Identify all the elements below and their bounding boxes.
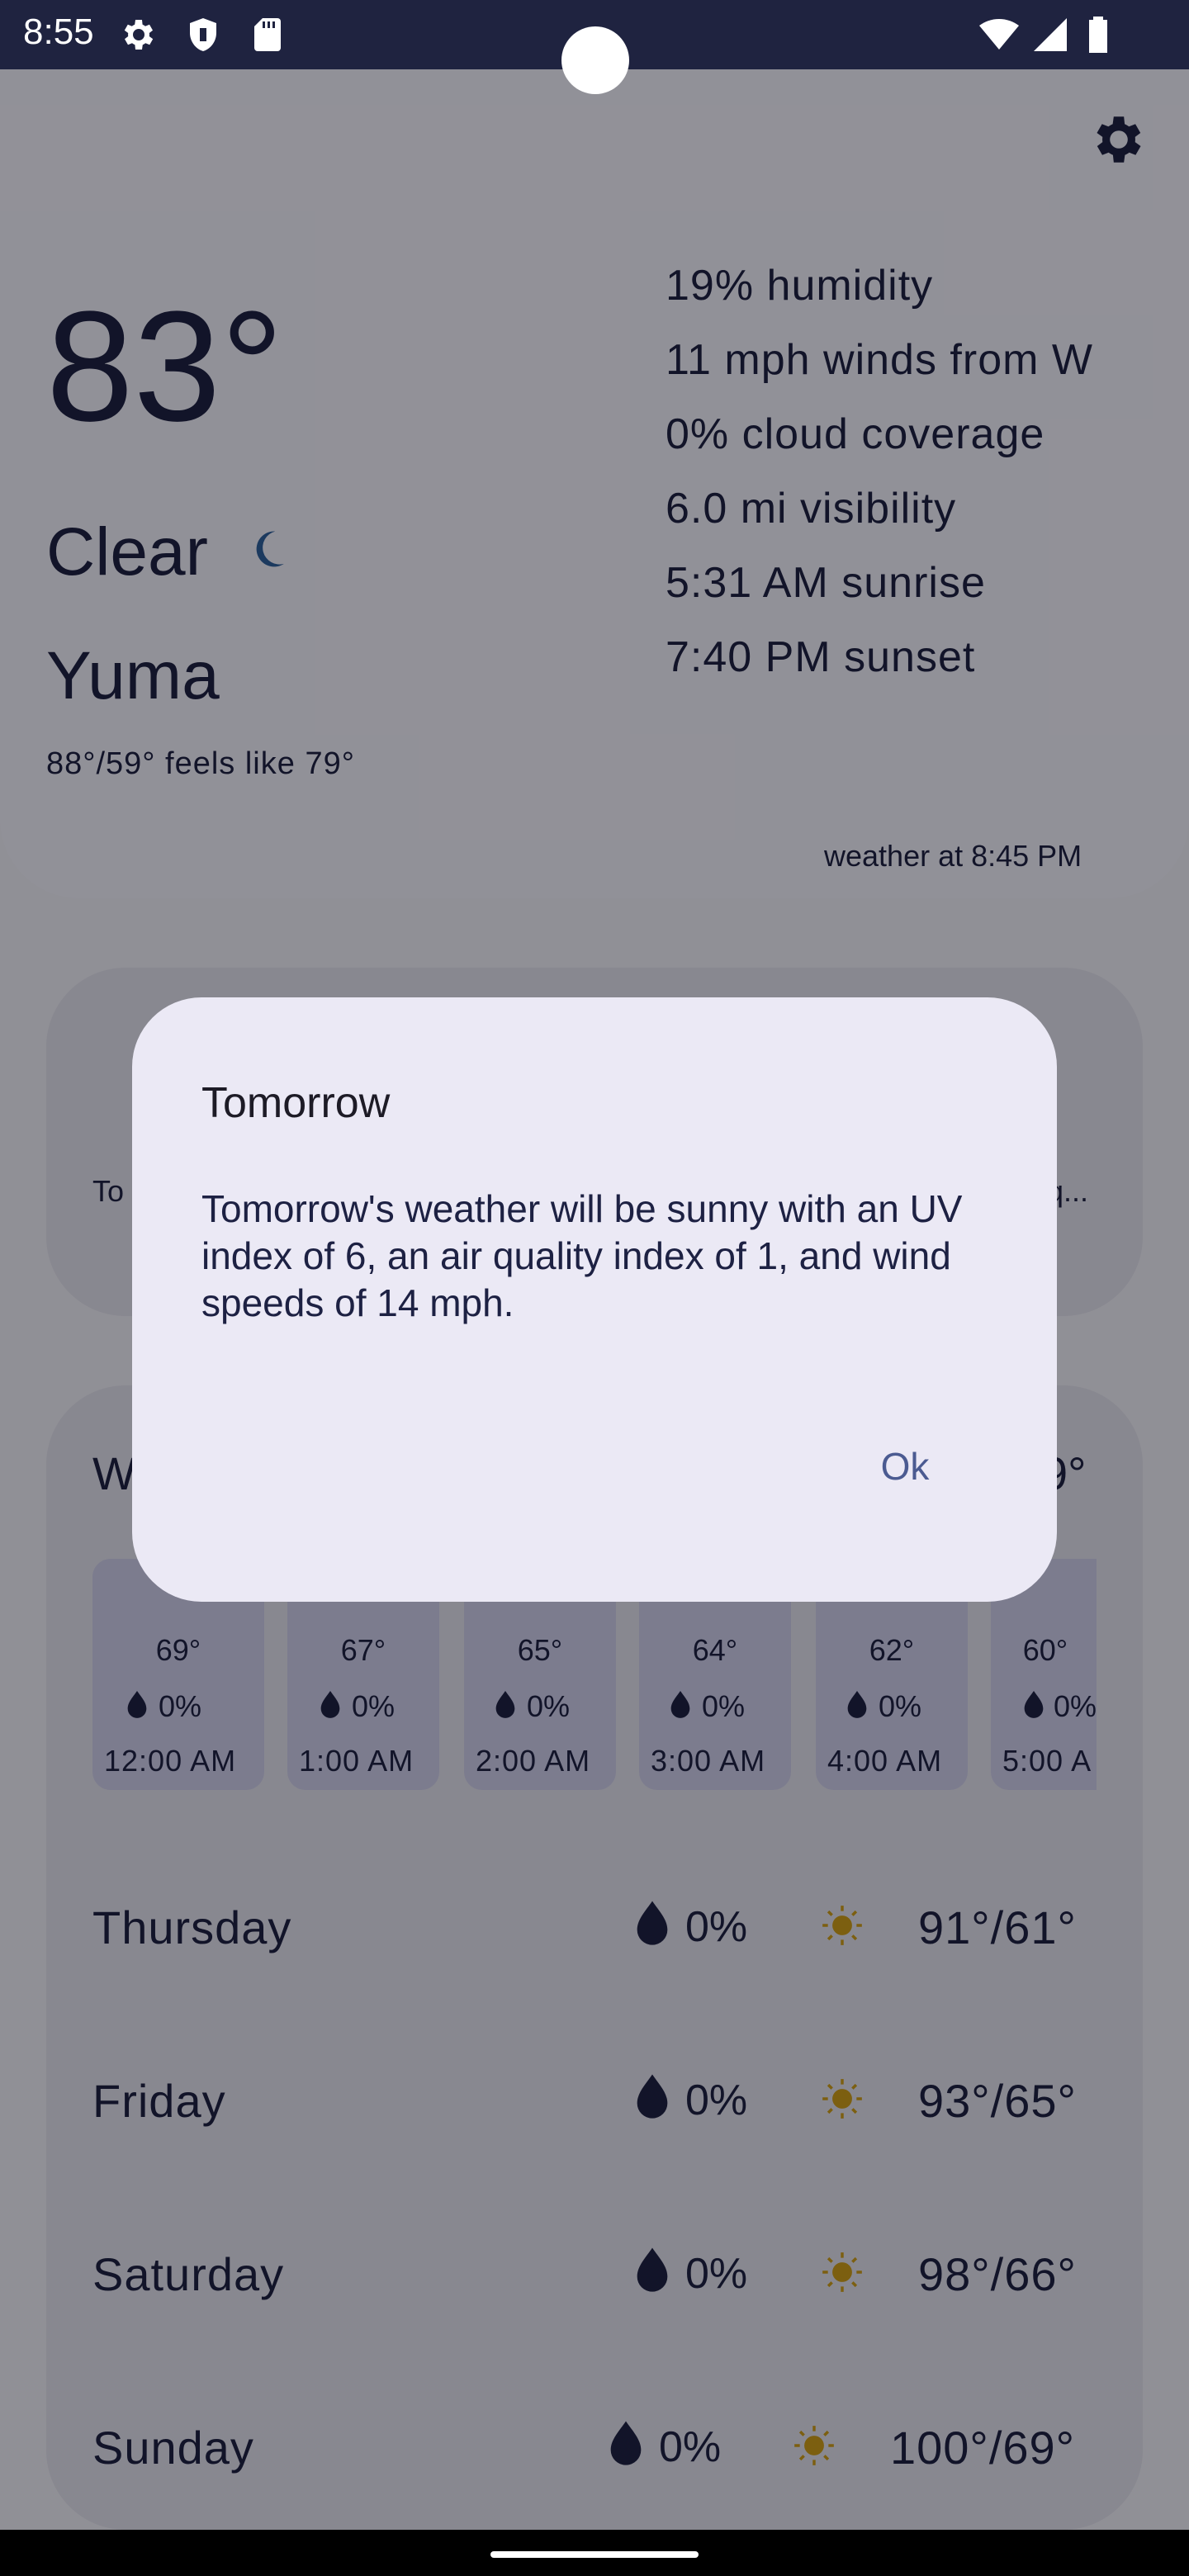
gear-icon [124,20,154,50]
shield-icon [190,18,216,51]
camera-cutout [561,26,629,94]
status-time: 8:55 [23,12,94,52]
ok-button[interactable]: Ok [855,1437,955,1496]
home-handle[interactable] [490,2551,699,2558]
dialog-title: Tomorrow [201,1079,391,1127]
sd-card-icon [254,18,281,51]
wifi-icon [979,19,1019,50]
dialog-body: Tomorrow's weather will be sunny with an… [201,1187,963,1324]
signal-icon [1034,18,1067,51]
battery-icon [1089,17,1107,53]
